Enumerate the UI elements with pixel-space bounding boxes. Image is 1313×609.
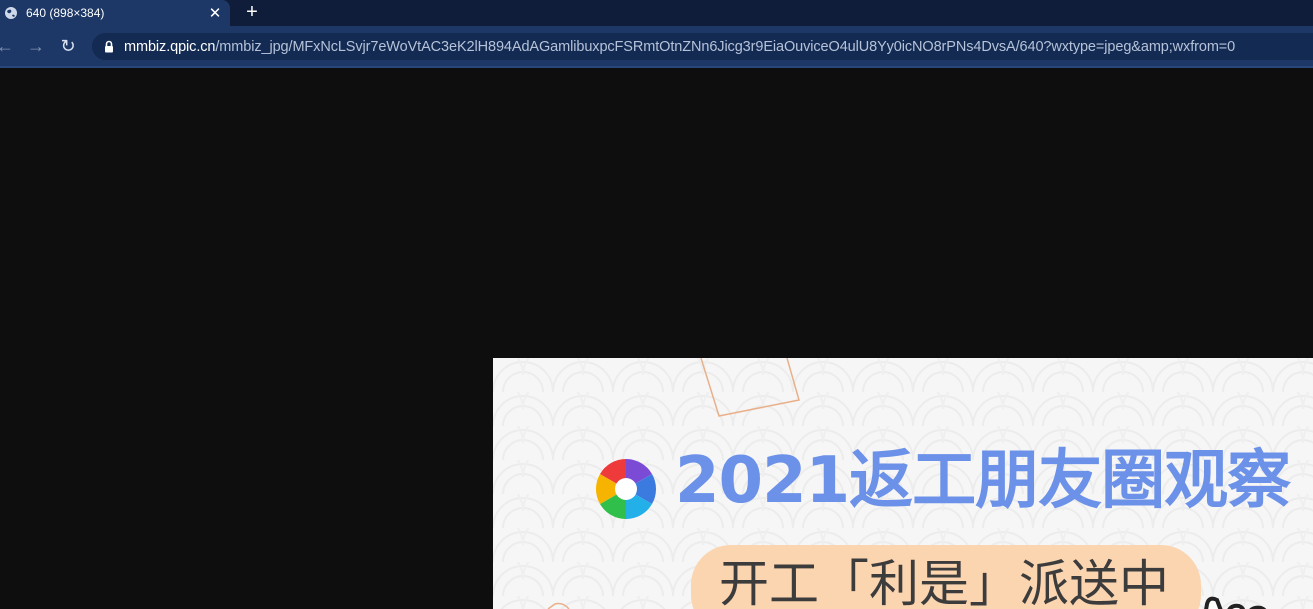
tab-strip: 640 (898×384) ✕ + <box>0 0 1313 26</box>
forward-icon[interactable]: → <box>26 36 46 56</box>
displayed-image: 2021返工朋友圈观察 开工「利是」派送中 <box>493 358 1313 609</box>
back-icon[interactable]: ← <box>0 36 15 56</box>
reload-icon[interactable]: ↻ <box>58 36 78 56</box>
camera-aperture-logo-icon <box>595 459 657 519</box>
tab-title: 640 (898×384) <box>26 6 105 20</box>
address-bar[interactable]: mmbiz.qpic.cn/mmbiz_jpg/MFxNcLSvjr7eWoVt… <box>92 33 1313 60</box>
globe-icon <box>4 6 18 20</box>
close-icon[interactable]: ✕ <box>202 4 228 22</box>
url-host: mmbiz.qpic.cn <box>124 38 216 55</box>
url-path: /mmbiz_jpg/MFxNcLSvjr7eWoVtAC3eK2lH894Ad… <box>215 38 1236 55</box>
active-tab[interactable]: 640 (898×384) ✕ <box>0 0 230 26</box>
image-headline: 2021返工朋友圈观察 <box>675 444 1291 518</box>
image-subline: 开工「利是」派送中 <box>719 555 1169 609</box>
lock-icon[interactable] <box>104 40 116 54</box>
pointing-hand-icon <box>1204 596 1267 609</box>
new-tab-button[interactable]: + <box>241 0 263 26</box>
url-text[interactable]: mmbiz.qpic.cn/mmbiz_jpg/MFxNcLSvjr7eWoVt… <box>124 39 1235 55</box>
browser-toolbar: ← → ↻ mmbiz.qpic.cn/mmbiz_jpg/MFxNcLSvjr… <box>0 26 1313 68</box>
